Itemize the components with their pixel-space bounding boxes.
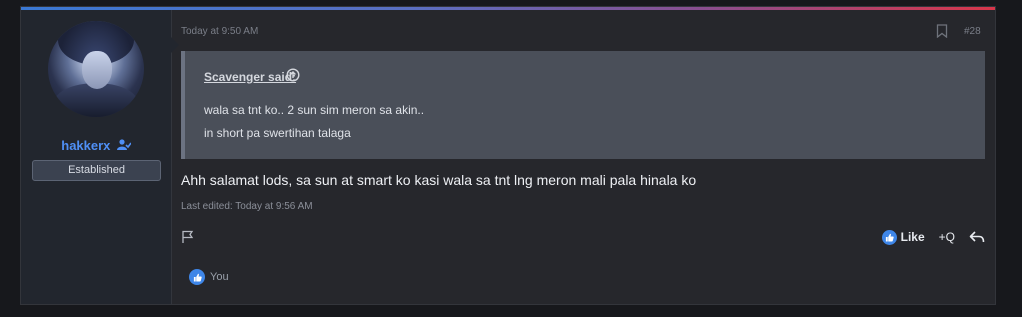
multiquote-button[interactable]: +Q bbox=[939, 230, 955, 244]
flag-icon[interactable] bbox=[181, 230, 195, 244]
post-timestamp[interactable]: Today at 9:50 AM bbox=[181, 26, 258, 37]
quote-line: wala sa tnt ko.. 2 sun sim meron sa akin… bbox=[204, 103, 425, 117]
post-message: Ahh salamat lods, sa sun at smart ko kas… bbox=[181, 172, 697, 188]
like-button[interactable]: Like bbox=[881, 229, 925, 245]
reaction-summary[interactable]: You bbox=[189, 269, 229, 285]
thumbs-up-icon bbox=[189, 269, 205, 285]
post-number[interactable]: #28 bbox=[964, 26, 981, 37]
user-title-badge: Established bbox=[32, 160, 161, 181]
thumbs-up-icon bbox=[881, 229, 897, 245]
last-edited: Last edited: Today at 9:56 AM bbox=[181, 201, 313, 212]
bookmark-icon[interactable] bbox=[936, 24, 948, 38]
quote-line: in short pa swertihan talaga bbox=[204, 126, 351, 140]
quote-block: Scavenger said: wala sa tnt ko.. 2 sun s… bbox=[181, 51, 985, 159]
user-cell: hakkerx Established bbox=[21, 10, 179, 304]
reaction-users[interactable]: You bbox=[210, 271, 229, 283]
reply-icon[interactable] bbox=[969, 230, 985, 244]
like-label[interactable]: Like bbox=[901, 230, 925, 244]
post-actions: Like +Q bbox=[881, 228, 985, 246]
quote-author[interactable]: Scavenger said: bbox=[204, 70, 296, 84]
username-text[interactable]: hakkerx bbox=[61, 138, 110, 153]
username[interactable]: hakkerx bbox=[21, 138, 171, 153]
avatar[interactable] bbox=[48, 21, 144, 117]
post-container: hakkerx Established Today at 9:50 AM #28… bbox=[20, 6, 996, 305]
user-verified-icon bbox=[113, 139, 132, 153]
arrow-up-circle-icon[interactable] bbox=[286, 68, 300, 82]
